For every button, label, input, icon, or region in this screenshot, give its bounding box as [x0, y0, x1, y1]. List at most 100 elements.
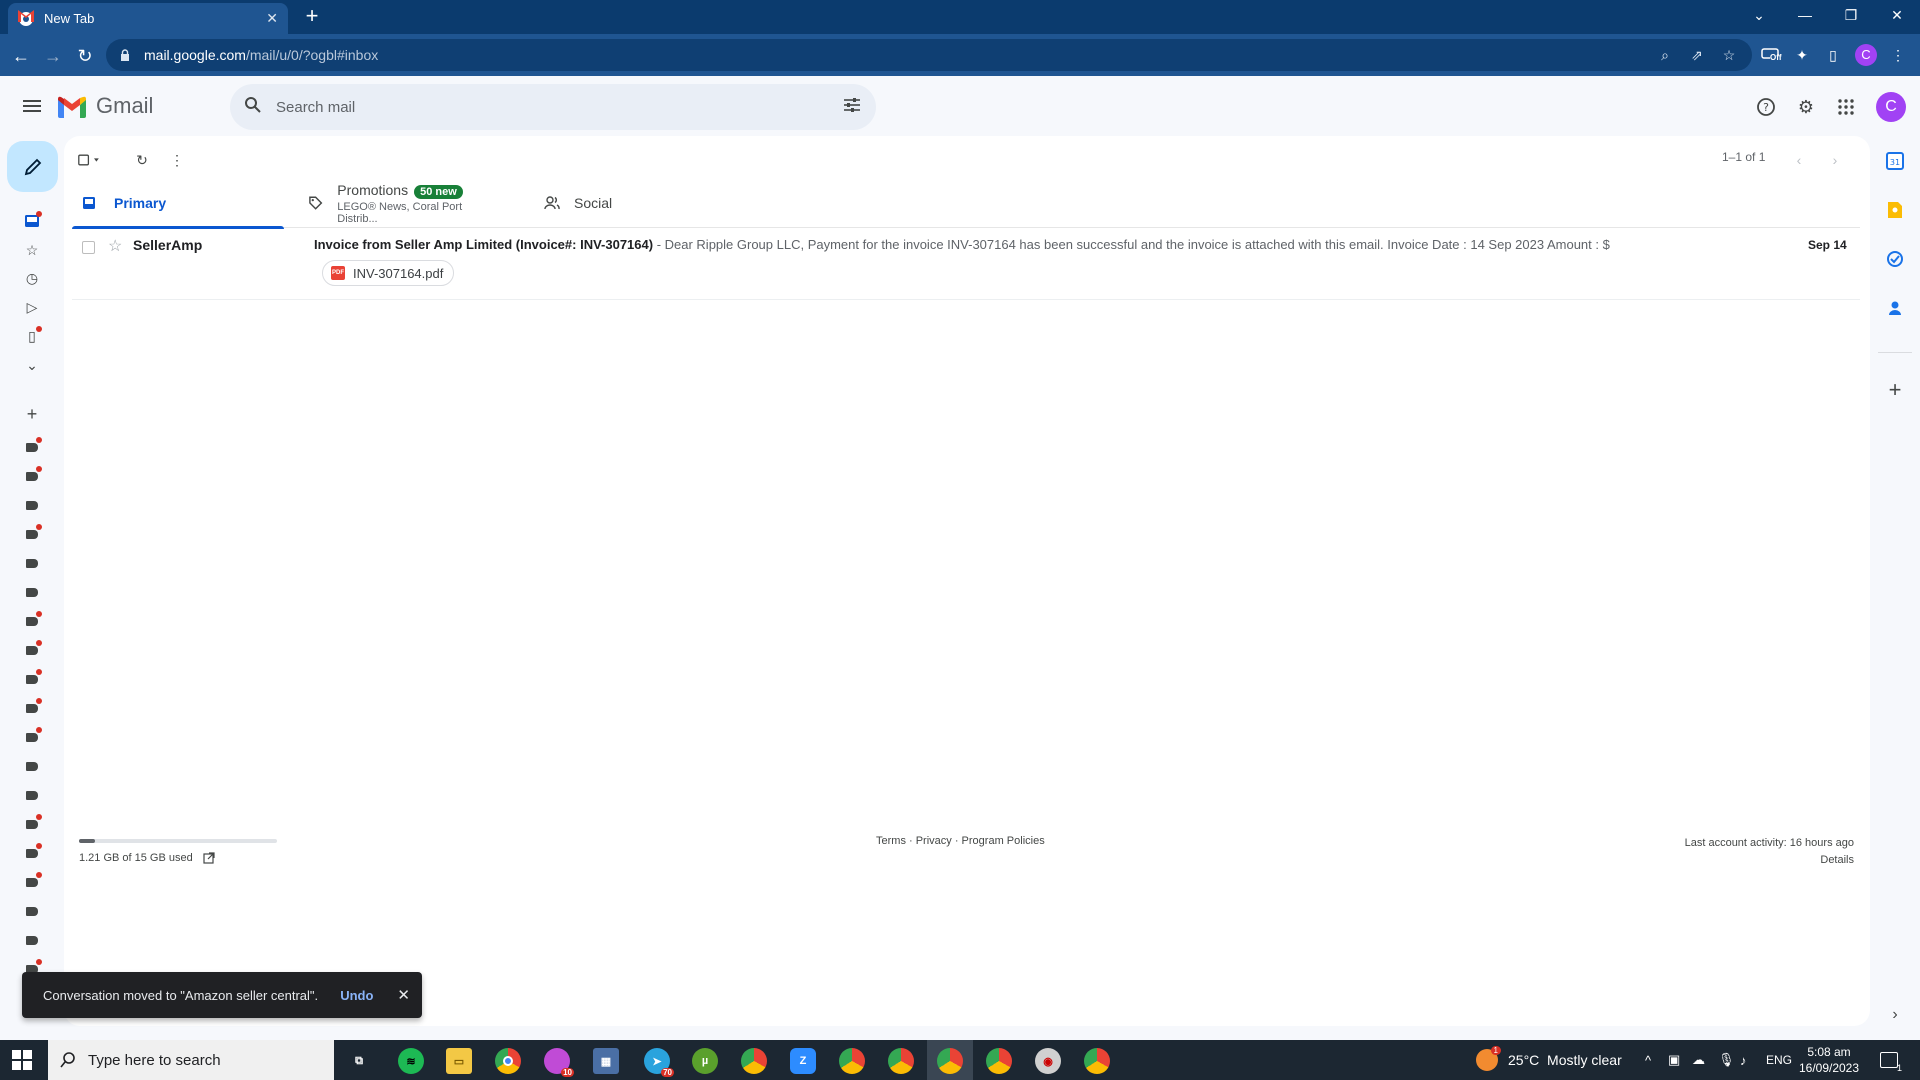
new-tab-button[interactable]: +: [300, 5, 324, 29]
zoom-icon[interactable]: ⌕: [1652, 39, 1678, 71]
label-icon[interactable]: [22, 814, 42, 834]
more-chevron-down-icon[interactable]: ⌄: [22, 355, 42, 375]
open-external-icon[interactable]: [203, 852, 215, 864]
chrome-profile-icon[interactable]: [888, 1048, 914, 1074]
tab-promotions[interactable]: Promotions 50 new LEGO® News, Coral Port …: [308, 178, 498, 228]
close-icon[interactable]: ✕: [397, 986, 410, 1004]
label-icon[interactable]: [22, 582, 42, 602]
undo-button[interactable]: Undo: [340, 988, 373, 1003]
bookmark-star-icon[interactable]: ☆: [1716, 39, 1742, 71]
search-input[interactable]: Search mail: [276, 99, 842, 116]
label-icon[interactable]: [22, 437, 42, 457]
help-icon[interactable]: ?: [1753, 94, 1779, 120]
reload-icon[interactable]: ↻: [72, 43, 98, 69]
back-icon[interactable]: ←: [8, 43, 34, 69]
row-checkbox[interactable]: [82, 241, 95, 254]
file-explorer-icon[interactable]: ▭: [446, 1048, 472, 1074]
drafts-icon[interactable]: ▯: [22, 326, 42, 346]
label-icon[interactable]: [22, 727, 42, 747]
select-all-checkbox[interactable]: [78, 148, 102, 172]
search-icon[interactable]: [244, 96, 262, 119]
tab-search-icon[interactable]: ⌄: [1736, 0, 1782, 30]
chrome-profile-icon[interactable]: [986, 1048, 1012, 1074]
gmail-logo-icon[interactable]: [58, 96, 86, 118]
label-icon[interactable]: [22, 669, 42, 689]
settings-gear-icon[interactable]: ⚙: [1793, 94, 1819, 120]
label-icon[interactable]: [22, 901, 42, 921]
label-icon[interactable]: [22, 785, 42, 805]
microphone-icon[interactable]: 🎙: [1718, 1040, 1735, 1080]
main-menu-icon[interactable]: [20, 94, 44, 118]
address-bar[interactable]: mail.google.com/mail/u/0/?ogbl#inbox ⌕ ⇗…: [106, 39, 1752, 71]
taskbar-search-input[interactable]: Type here to search: [88, 1052, 221, 1069]
extensions-puzzle-icon[interactable]: ✦: [1791, 44, 1813, 66]
create-label-plus-icon[interactable]: +: [22, 404, 42, 424]
windows-start-icon[interactable]: [12, 1050, 32, 1070]
onedrive-cloud-icon[interactable]: ☁: [1692, 1040, 1705, 1080]
label-icon[interactable]: [22, 930, 42, 950]
chat-app-icon[interactable]: 10: [544, 1048, 574, 1077]
newer-chevron-left-icon[interactable]: ‹: [1787, 148, 1811, 172]
calculator-icon[interactable]: ▦: [593, 1048, 619, 1074]
apps-grid-icon[interactable]: [1833, 94, 1859, 120]
language-indicator[interactable]: ENG: [1766, 1040, 1792, 1080]
browser-tab[interactable]: New Tab ✕: [8, 3, 288, 34]
extension-off-icon[interactable]: Off: [1760, 44, 1782, 66]
chrome-profile-icon[interactable]: [741, 1048, 767, 1074]
get-addons-plus-icon[interactable]: +: [1884, 377, 1906, 402]
telegram-icon[interactable]: ➤ 70: [644, 1048, 674, 1077]
search-bar[interactable]: Search mail: [230, 84, 876, 130]
tab-social[interactable]: Social: [544, 178, 724, 228]
chrome-profile-avatar[interactable]: C: [1855, 44, 1877, 66]
label-icon[interactable]: [22, 466, 42, 486]
star-icon[interactable]: ☆: [108, 236, 122, 256]
share-icon[interactable]: ⇗: [1684, 39, 1710, 71]
weather-widget[interactable]: 1 25°C Mostly clear: [1476, 1040, 1622, 1080]
older-chevron-right-icon[interactable]: ›: [1823, 148, 1847, 172]
tray-chevron-up-icon[interactable]: ^: [1645, 1040, 1651, 1080]
minimize-button[interactable]: —: [1782, 0, 1828, 30]
more-options-icon[interactable]: ⋮: [165, 148, 189, 172]
chrome-icon[interactable]: [495, 1048, 521, 1074]
email-row[interactable]: ☆ SellerAmp Invoice from Seller Amp Limi…: [72, 228, 1860, 300]
footer-links[interactable]: Terms · Privacy · Program Policies: [876, 835, 1045, 847]
search-options-icon[interactable]: [842, 96, 862, 119]
account-avatar[interactable]: C: [1876, 92, 1906, 122]
snoozed-clock-icon[interactable]: ◷: [22, 268, 42, 288]
zoom-app-icon[interactable]: Z: [790, 1048, 816, 1074]
label-icon[interactable]: [22, 698, 42, 718]
tab-primary[interactable]: Primary: [72, 178, 284, 229]
label-icon[interactable]: [22, 524, 42, 544]
label-icon[interactable]: [22, 611, 42, 631]
chrome-active-icon[interactable]: [937, 1048, 963, 1074]
label-icon[interactable]: [22, 553, 42, 573]
taskbar-clock[interactable]: 5:08 am 16/09/2023: [1794, 1044, 1864, 1076]
chrome-profile-icon[interactable]: [1084, 1048, 1110, 1074]
tray-device-icon[interactable]: ▣: [1668, 1040, 1680, 1080]
volume-icon[interactable]: ♪: [1740, 1040, 1747, 1080]
label-icon[interactable]: [22, 495, 42, 515]
task-view-icon[interactable]: ⧉: [346, 1048, 372, 1074]
label-icon[interactable]: [22, 872, 42, 892]
compose-button[interactable]: [7, 141, 58, 192]
starred-icon[interactable]: ☆: [22, 240, 42, 260]
storage-info[interactable]: 1.21 GB of 15 GB used: [79, 852, 215, 864]
chrome-menu-icon[interactable]: ⋮: [1887, 44, 1909, 66]
contacts-icon[interactable]: [1884, 297, 1906, 319]
calendar-icon[interactable]: 31: [1884, 150, 1906, 172]
taskbar-search[interactable]: Type here to search: [48, 1040, 334, 1080]
details-link[interactable]: Details: [1685, 852, 1854, 869]
notifications-icon[interactable]: 1: [1880, 1040, 1902, 1080]
label-icon[interactable]: [22, 640, 42, 660]
inbox-icon[interactable]: [22, 211, 42, 231]
sent-icon[interactable]: ▷: [22, 297, 42, 317]
app-icon[interactable]: ◉: [1035, 1048, 1061, 1074]
attachment-chip[interactable]: PDF INV-307164.pdf: [322, 260, 455, 286]
chrome-profile-icon[interactable]: [839, 1048, 865, 1074]
label-icon[interactable]: [22, 756, 42, 776]
utorrent-icon[interactable]: µ: [692, 1048, 718, 1074]
keep-icon[interactable]: [1884, 199, 1906, 221]
side-panel-icon[interactable]: ▯: [1822, 44, 1844, 66]
hide-side-panel-chevron-icon[interactable]: ›: [1884, 1004, 1906, 1026]
restore-button[interactable]: ❐: [1828, 0, 1874, 30]
